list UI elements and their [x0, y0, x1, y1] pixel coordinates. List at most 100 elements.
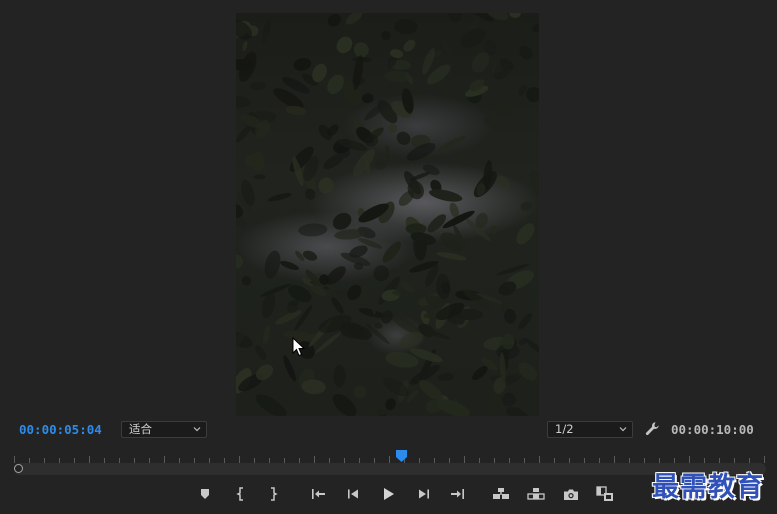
leaf-shape — [502, 392, 516, 407]
go-to-in-button[interactable] — [309, 484, 329, 504]
leaf-shape — [267, 193, 292, 202]
leaf-shape — [250, 81, 266, 91]
leaf-shape — [396, 131, 411, 145]
ruler-tick — [464, 456, 465, 463]
ruler-tick — [389, 456, 390, 463]
leaf-shape — [374, 159, 387, 170]
leaf-shape — [520, 201, 532, 211]
ruler-tick — [689, 456, 690, 463]
step-forward-button[interactable] — [414, 484, 434, 504]
add-marker-button[interactable] — [195, 484, 215, 504]
export-frame-button[interactable] — [561, 484, 581, 504]
playback-resolution-select[interactable]: 1/2 — [547, 421, 633, 438]
leaf-shape — [494, 100, 513, 116]
leaf-shape — [441, 40, 454, 57]
leaf-shape — [358, 308, 385, 318]
playhead-marker[interactable] — [395, 449, 408, 463]
insert-button[interactable] — [491, 484, 511, 504]
leaf-shape — [353, 385, 367, 399]
leaf-shape — [361, 93, 374, 104]
leaf-shape — [374, 322, 383, 329]
leaf-shape — [255, 394, 287, 416]
leaf-shape — [382, 241, 401, 263]
leaf-shape — [255, 345, 267, 360]
leaf-shape — [283, 355, 296, 382]
leaf-shape — [384, 70, 410, 83]
resolution-value: 1/2 — [555, 422, 574, 436]
marker-icon — [201, 489, 209, 499]
mark-in-icon — [236, 487, 243, 501]
leaf-shape — [262, 325, 271, 344]
comparison-icon — [596, 486, 613, 501]
step-back-icon — [348, 489, 358, 499]
leaf-shape — [253, 174, 266, 180]
total-duration-timecode: 00:00:10:00 — [671, 422, 754, 437]
leaf-shape — [490, 225, 499, 234]
leaf-shape — [333, 364, 346, 388]
leaf-shape — [261, 19, 271, 44]
chevron-down-icon — [619, 427, 627, 432]
leaf-shape — [427, 214, 447, 233]
program-monitor-video — [236, 13, 539, 416]
leaf-shape — [336, 36, 353, 54]
leaf-shape — [483, 118, 498, 129]
current-timecode[interactable]: 00:00:05:04 — [19, 422, 102, 437]
leaf-shape — [385, 145, 390, 162]
leaf-shape — [242, 40, 248, 52]
ruler-tick — [764, 456, 765, 463]
leaf-shape — [363, 404, 388, 416]
ruler-tick — [539, 456, 540, 463]
zoom-level-value: 适合 — [129, 422, 152, 436]
leaf-shape — [403, 39, 416, 52]
mark-out-icon — [271, 487, 278, 501]
go-to-out-button[interactable] — [447, 484, 467, 504]
mark-in-button[interactable] — [231, 484, 251, 504]
zoom-scroll-handle[interactable] — [14, 464, 23, 473]
leaf-shape — [345, 13, 363, 25]
leaf-shape — [298, 223, 328, 237]
leaf-shape — [516, 223, 535, 245]
leaf-shape — [532, 23, 539, 33]
leaf-shape — [437, 135, 467, 152]
play-button[interactable] — [378, 484, 398, 504]
leaf-shape — [352, 149, 375, 177]
comparison-view-button[interactable] — [595, 484, 615, 504]
foliage-image — [236, 13, 539, 416]
zoom-level-select[interactable]: 适合 — [121, 421, 207, 438]
leaf-shape — [437, 373, 455, 381]
ruler-tick — [89, 456, 90, 463]
camera-icon — [564, 489, 578, 500]
ruler-tick — [314, 456, 315, 463]
step-forward-icon — [419, 489, 429, 499]
mark-out-button[interactable] — [263, 484, 283, 504]
leaf-shape — [509, 13, 521, 18]
leaf-shape — [381, 310, 393, 324]
play-icon — [384, 488, 394, 500]
wrench-icon[interactable] — [645, 421, 660, 437]
step-back-button[interactable] — [343, 484, 363, 504]
leaf-shape — [436, 252, 467, 261]
go-to-out-icon — [451, 489, 464, 499]
leaf-shape — [518, 338, 528, 345]
leaf-shape — [260, 283, 291, 297]
leaf-shape — [293, 58, 312, 71]
leaf-shape — [236, 95, 251, 108]
leaf-shape — [241, 179, 255, 206]
ruler-tick — [14, 456, 15, 463]
leaf-shape — [518, 313, 533, 330]
chevron-down-icon — [193, 427, 201, 432]
leaf-shape — [388, 123, 398, 133]
leaf-shape — [252, 151, 265, 172]
leaf-shape — [327, 14, 341, 27]
leaf-shape — [241, 276, 252, 286]
leaf-shape — [529, 170, 539, 197]
leaf-shape — [418, 380, 443, 401]
leaf-shape — [280, 260, 299, 271]
leaf-shape — [264, 250, 281, 279]
overwrite-button[interactable] — [526, 484, 546, 504]
leaf-shape — [519, 45, 533, 60]
leaf-shape — [285, 105, 307, 116]
time-ruler[interactable] — [14, 449, 765, 463]
go-to-in-icon — [312, 489, 325, 499]
ruler-tick — [239, 456, 240, 463]
